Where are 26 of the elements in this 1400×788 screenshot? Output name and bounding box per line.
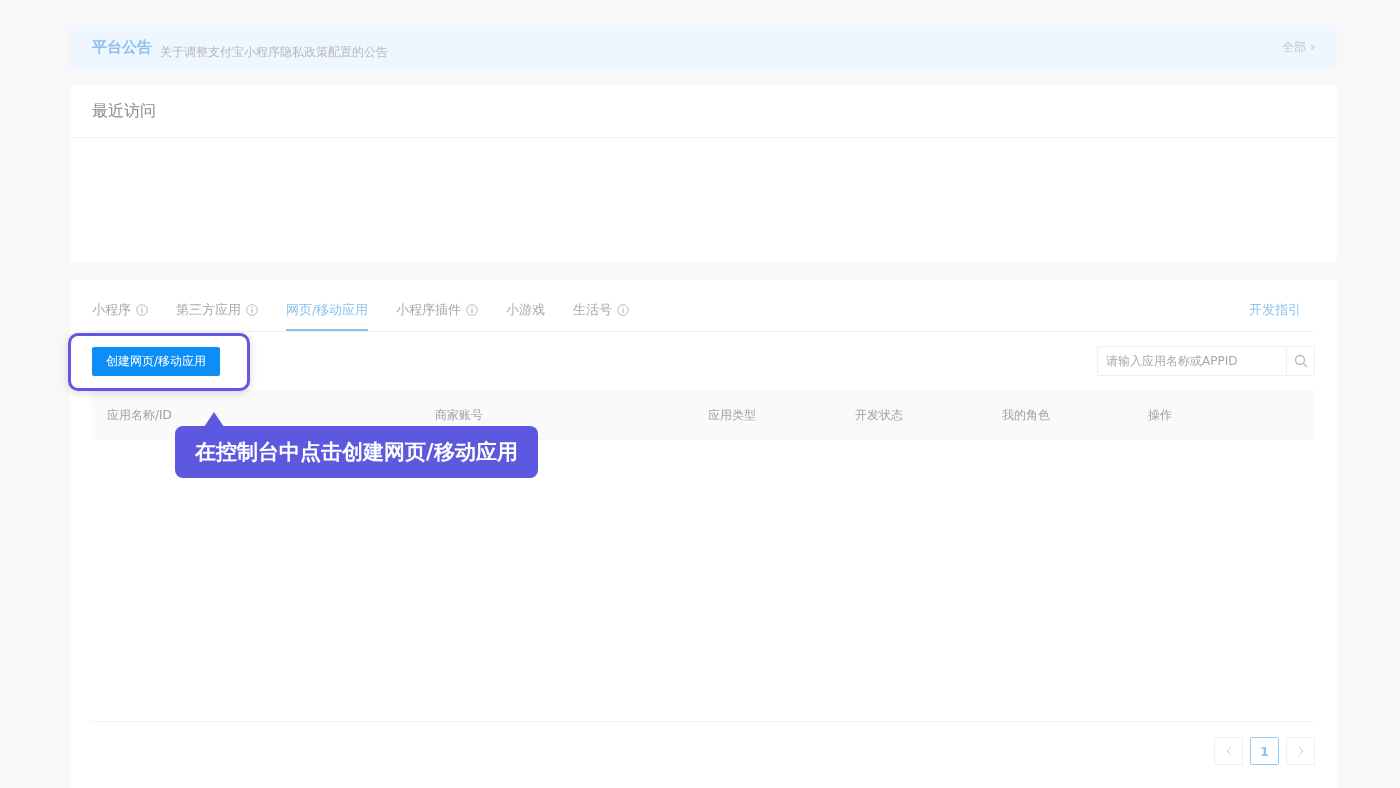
tab[interactable]: 网页/移动应用 bbox=[286, 301, 369, 331]
guide-link[interactable]: 开发指引 bbox=[1249, 301, 1301, 331]
tab[interactable]: 小游戏 bbox=[506, 301, 546, 331]
create-button[interactable]: 创建网页/移动应用 bbox=[92, 346, 221, 376]
next-page-button[interactable] bbox=[1286, 737, 1315, 765]
section-title: 最近访问 bbox=[70, 85, 1337, 138]
column-header: 操作 bbox=[1148, 406, 1172, 424]
page-button[interactable]: 1 bbox=[1250, 737, 1279, 765]
chevron-left-icon bbox=[1225, 746, 1232, 756]
column-header: 开发状态 bbox=[855, 406, 903, 424]
announcement-text[interactable]: 关于调整支付宝小程序隐私政策配置的公告 bbox=[160, 44, 1275, 61]
prev-page-button[interactable] bbox=[1214, 737, 1243, 765]
all-link[interactable]: 全部 › bbox=[1282, 39, 1315, 56]
search-icon[interactable] bbox=[1286, 347, 1314, 375]
tab[interactable]: 小程序插件 bbox=[396, 301, 479, 331]
column-header: 商家账号 bbox=[435, 406, 483, 424]
tab[interactable]: 小程序 bbox=[92, 301, 148, 331]
chevron-right-icon bbox=[1297, 746, 1304, 756]
tab[interactable]: 生活号 bbox=[573, 301, 630, 331]
search-field[interactable]: 请输入应用名称或APPID bbox=[1097, 346, 1315, 376]
callout: 在控制台中点击创建网页/移动应用 bbox=[175, 426, 538, 478]
column-header: 应用类型 bbox=[708, 406, 756, 424]
tab[interactable]: 第三方应用 bbox=[176, 301, 258, 331]
announcement-label: 平台公告 bbox=[92, 38, 152, 57]
column-header: 我的角色 bbox=[1002, 406, 1050, 424]
column-header: 应用名称/ID bbox=[107, 406, 172, 424]
